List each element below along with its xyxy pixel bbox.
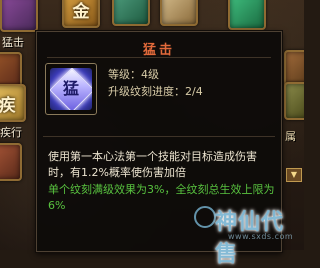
skill-slot-top-2[interactable]: 金 (62, 0, 100, 28)
watermark-emblem-icon (194, 206, 216, 228)
section-divider (43, 136, 275, 137)
skill-icon-frame: 猛 (45, 63, 97, 115)
skill-slot-top-4[interactable] (160, 0, 198, 26)
skill-glyph: 猛 (62, 79, 79, 98)
skill-slot-left-2[interactable]: 疾 (0, 84, 26, 122)
watermark-url: www.sxds.com (228, 232, 294, 241)
skill-slot-right-2[interactable] (284, 82, 304, 120)
skill-slot-top-3[interactable] (112, 0, 150, 26)
scroll-down-arrow[interactable]: ▼ (286, 168, 302, 182)
title-divider (47, 57, 271, 58)
slot-glyph: 疾 (0, 95, 16, 116)
skill-slot-left-3[interactable] (0, 143, 22, 181)
skill-icon: 猛 (50, 68, 92, 110)
side-label-sprint: 疾行 (0, 126, 22, 139)
upgrade-progress-text: 升级纹刻进度：2/4 (108, 85, 203, 98)
level-text: 等级：4级 (108, 68, 159, 81)
tooltip-title: 猛击 (142, 43, 175, 58)
category-tab[interactable]: 属 (285, 128, 296, 144)
slot-glyph: 金 (72, 1, 90, 22)
watermark: 神仙代售 www.sxds.com (192, 200, 304, 267)
skill-slot-top-left[interactable] (0, 0, 38, 32)
skill-description: 使用第一本心法第一个技能对目标造成伤害时，有1.2%概率使伤害加倍 (48, 150, 257, 179)
side-label-slam: 猛击 (2, 36, 24, 49)
skill-slot-top-5[interactable] (228, 0, 266, 30)
